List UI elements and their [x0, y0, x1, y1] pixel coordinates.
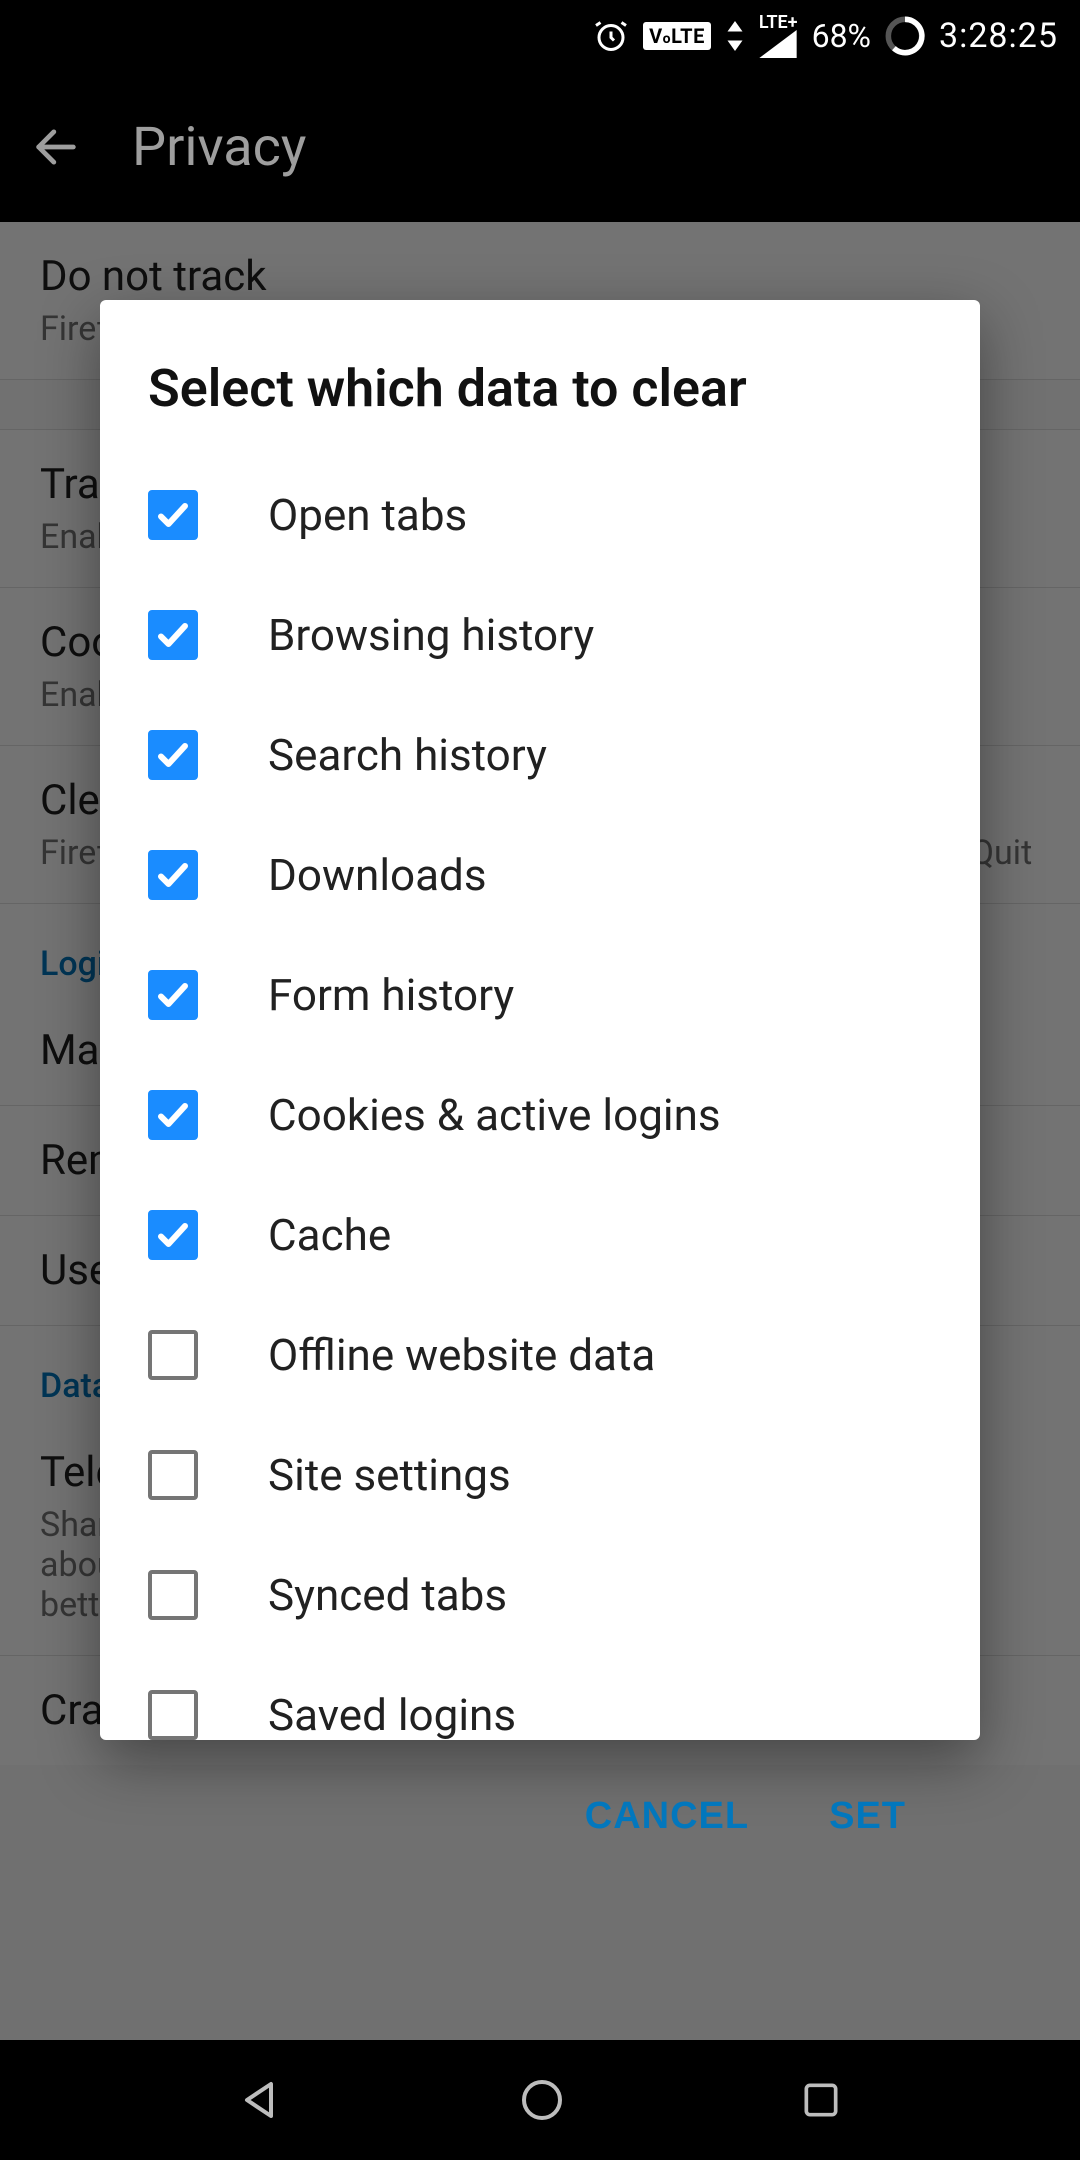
option-label: Synced tabs: [268, 1569, 507, 1621]
checkbox[interactable]: [148, 1090, 198, 1140]
option-row[interactable]: Saved logins: [148, 1655, 932, 1775]
dialog-options: Open tabs Browsing history Search history D…: [148, 455, 932, 1775]
nav-back-icon[interactable]: [237, 2076, 285, 2124]
option-label: Cookies & active logins: [268, 1089, 721, 1141]
option-label: Offline website data: [268, 1329, 655, 1381]
back-icon[interactable]: [30, 121, 82, 173]
option-row[interactable]: Cookies & active logins: [148, 1055, 932, 1175]
clock: 3:28:25: [939, 16, 1058, 56]
option-row[interactable]: Search history: [148, 695, 932, 815]
option-label: Downloads: [268, 849, 487, 901]
signal-icon: LTE+: [759, 14, 798, 58]
checkbox[interactable]: [148, 1450, 198, 1500]
page-title: Privacy: [132, 116, 306, 179]
option-label: Search history: [268, 729, 547, 781]
option-row[interactable]: Cache: [148, 1175, 932, 1295]
option-row[interactable]: Open tabs: [148, 455, 932, 575]
checkbox[interactable]: [148, 1690, 198, 1740]
dialog-actions: CANCEL SET: [148, 1775, 932, 1838]
updown-icon: [725, 21, 745, 51]
option-row[interactable]: Site settings: [148, 1415, 932, 1535]
checkbox[interactable]: [148, 1210, 198, 1260]
option-label: Open tabs: [268, 489, 467, 541]
option-label: Cache: [268, 1209, 391, 1261]
battery-ring-icon: [885, 16, 925, 56]
set-button[interactable]: SET: [829, 1795, 906, 1838]
option-label: Saved logins: [268, 1689, 516, 1741]
cancel-button[interactable]: CANCEL: [585, 1795, 749, 1838]
alarm-icon: [593, 18, 629, 54]
option-label: Site settings: [268, 1449, 511, 1501]
checkbox[interactable]: [148, 850, 198, 900]
option-row[interactable]: Offline website data: [148, 1295, 932, 1415]
option-row[interactable]: Synced tabs: [148, 1535, 932, 1655]
navigation-bar: [0, 2040, 1080, 2160]
option-row[interactable]: Form history: [148, 935, 932, 1055]
checkbox[interactable]: [148, 610, 198, 660]
checkbox[interactable]: [148, 490, 198, 540]
checkbox[interactable]: [148, 1570, 198, 1620]
option-row[interactable]: Browsing history: [148, 575, 932, 695]
option-label: Browsing history: [268, 609, 594, 661]
dialog-title: Select which data to clear: [148, 358, 932, 419]
volte-badge: VoLTE: [643, 22, 711, 50]
checkbox[interactable]: [148, 970, 198, 1020]
checkbox[interactable]: [148, 730, 198, 780]
battery-percent: 68%: [812, 17, 871, 55]
clear-data-dialog: Select which data to clear Open tabs Brow…: [100, 300, 980, 1740]
status-bar: VoLTE LTE+ 68% 3:28:25: [0, 0, 1080, 72]
app-bar: Privacy: [0, 72, 1080, 222]
option-label: Form history: [268, 969, 514, 1021]
nav-recent-icon[interactable]: [799, 2078, 843, 2122]
option-row[interactable]: Downloads: [148, 815, 932, 935]
nav-home-icon[interactable]: [518, 2076, 566, 2124]
checkbox[interactable]: [148, 1330, 198, 1380]
